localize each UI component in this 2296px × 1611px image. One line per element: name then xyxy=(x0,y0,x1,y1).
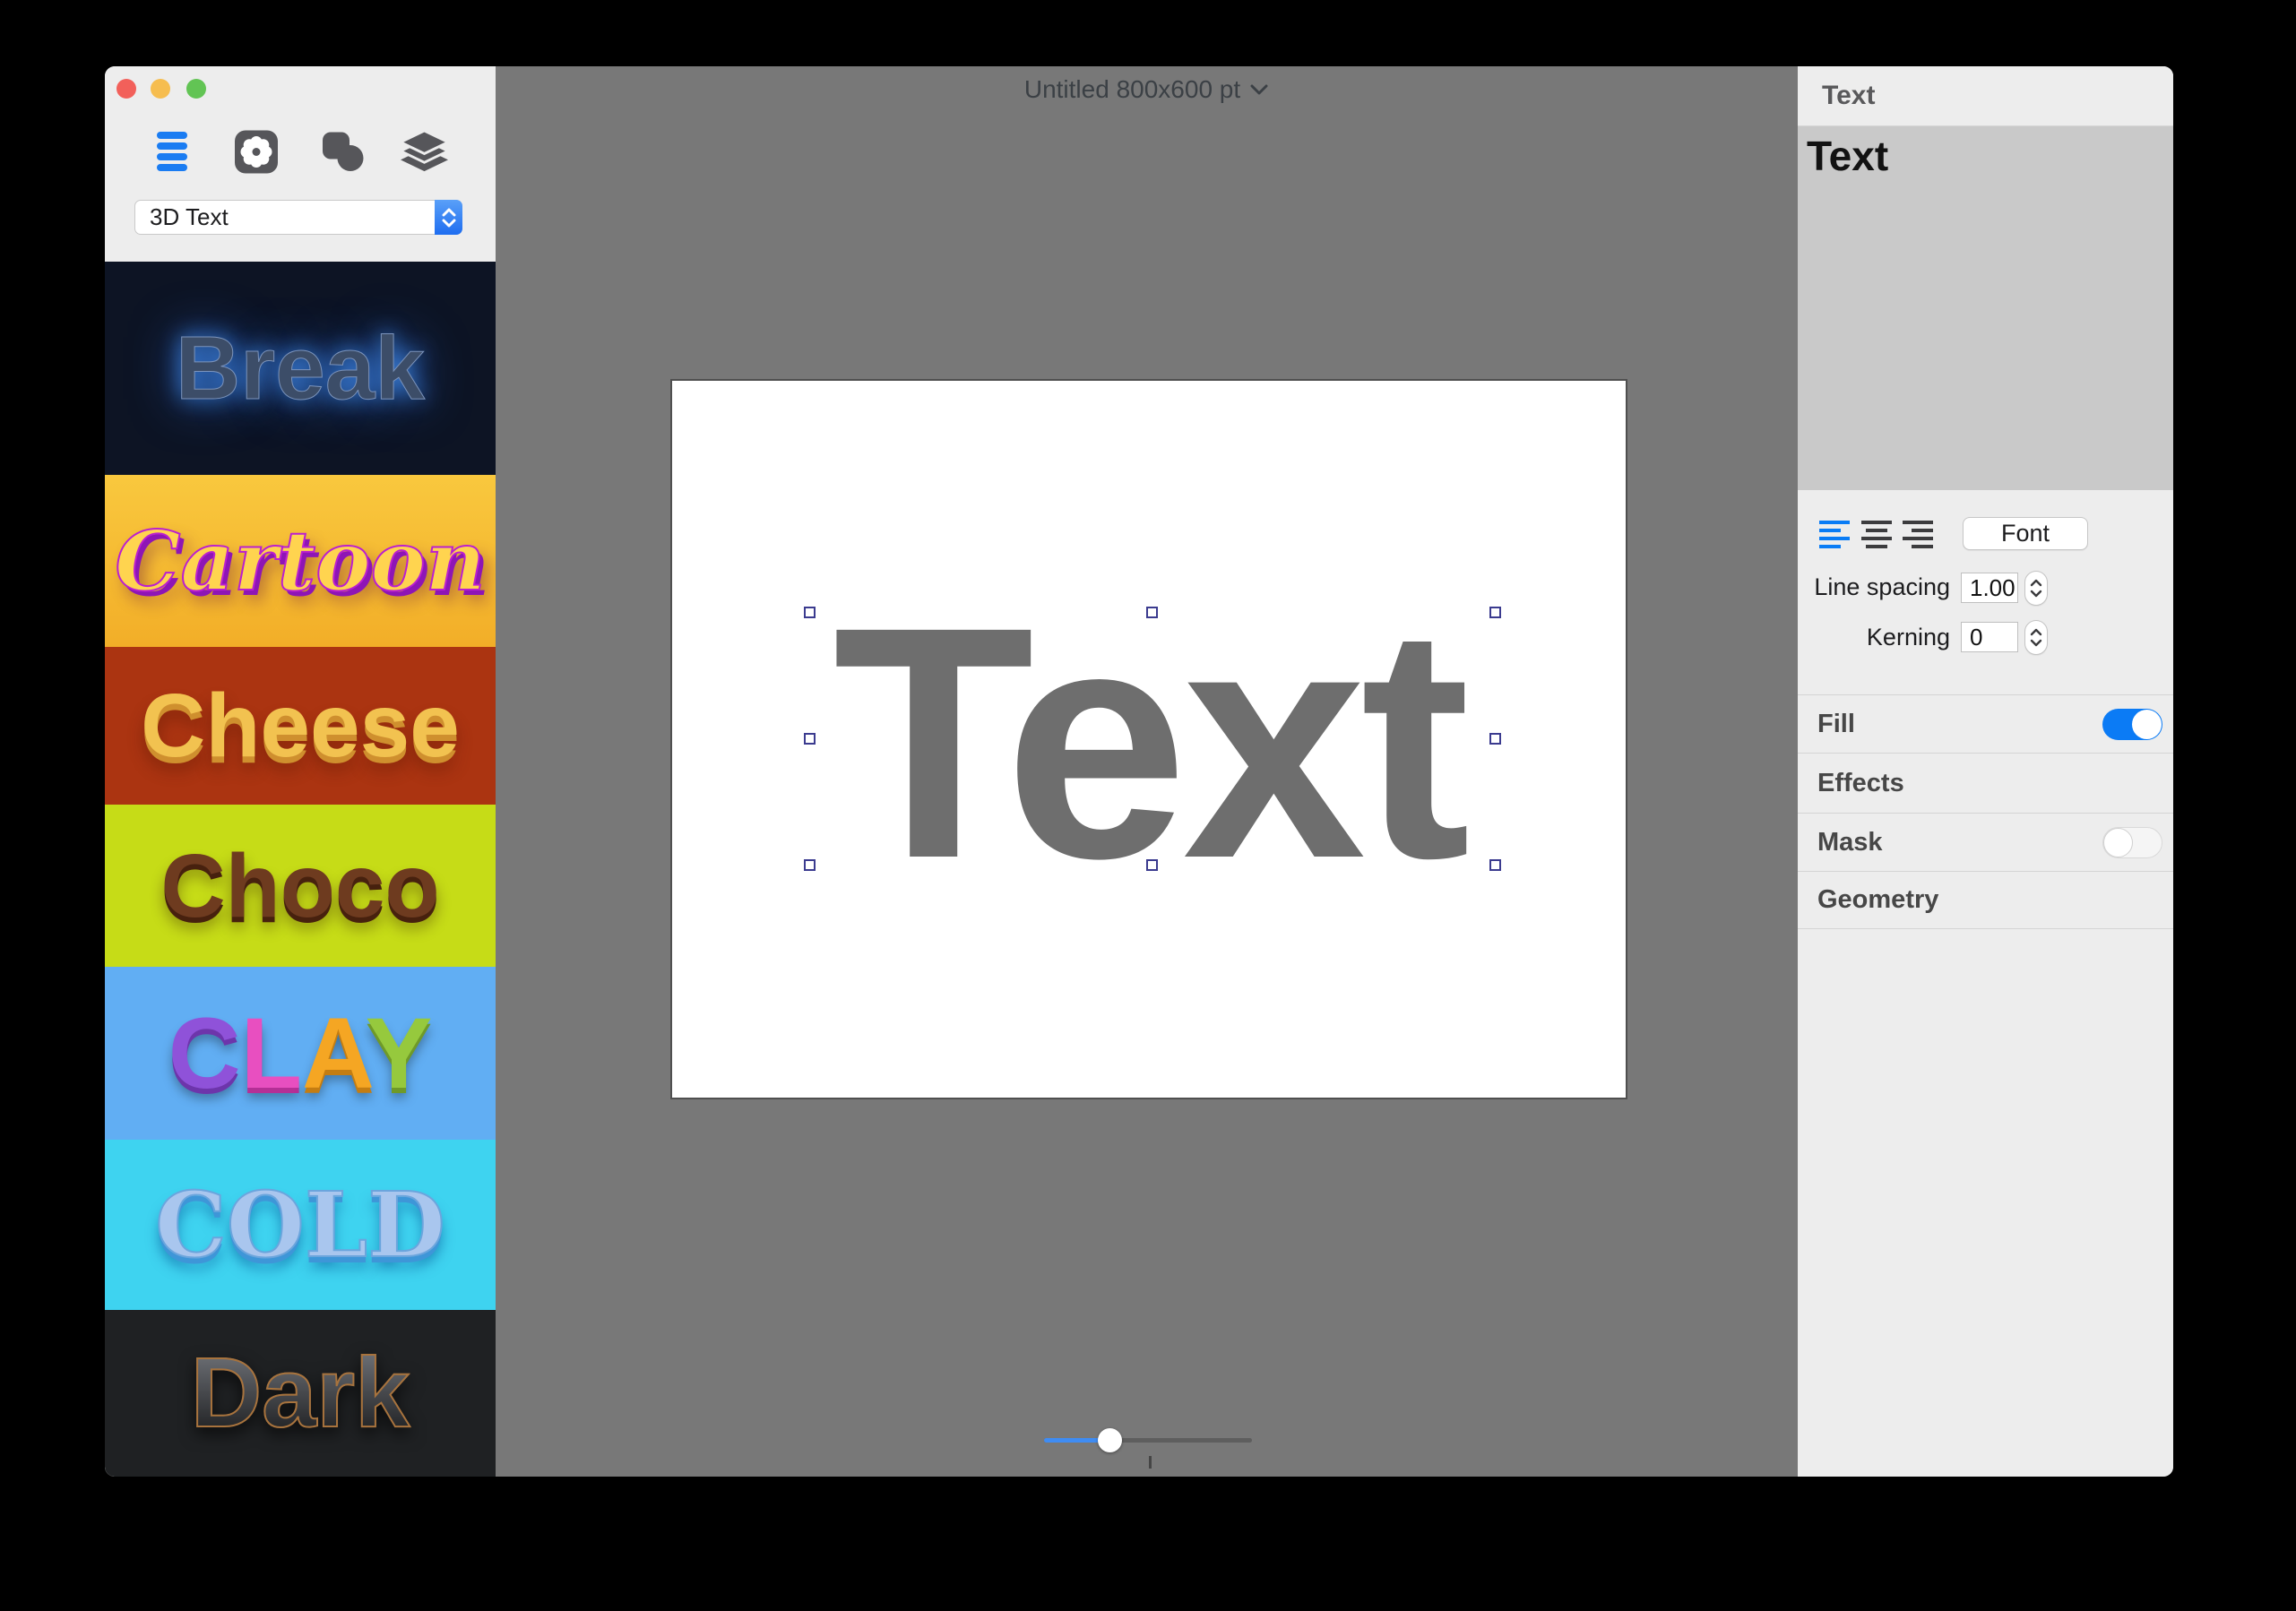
template-thumbnail-cartoon[interactable]: Cartoon xyxy=(105,475,496,647)
app-window: 3D Text Break Cartoon Cheese Choco CLAY … xyxy=(105,66,2173,1477)
inspector-header: Text xyxy=(1798,66,2173,126)
fill-toggle[interactable] xyxy=(2102,709,2162,740)
line-spacing-input[interactable] xyxy=(1961,573,2018,603)
style-category-dropdown[interactable]: 3D Text xyxy=(134,200,462,235)
section-label: Fill xyxy=(1817,709,1855,738)
template-label: Dark xyxy=(190,1338,411,1448)
selection-handle-bottom-left[interactable] xyxy=(804,859,816,871)
kerning-stepper[interactable] xyxy=(2024,620,2048,655)
minimize-window-button[interactable] xyxy=(151,79,170,99)
line-spacing-label: Line spacing xyxy=(1814,573,1950,600)
template-list: Break Cartoon Cheese Choco CLAY COLD Dar… xyxy=(105,262,496,1477)
template-label: CLAY xyxy=(168,996,433,1109)
sidebar: 3D Text Break Cartoon Cheese Choco CLAY … xyxy=(105,66,496,1477)
selection-handle-mid-right[interactable] xyxy=(1489,733,1501,745)
inspector-header-title: Text xyxy=(1822,81,1876,110)
dropdown-stepper-icon xyxy=(435,200,462,235)
selection-handle-top-center[interactable] xyxy=(1146,607,1158,618)
zoom-slider-thumb[interactable] xyxy=(1098,1428,1122,1452)
zoom-slider[interactable] xyxy=(1044,1428,1252,1452)
text-styles-tab-icon[interactable] xyxy=(157,130,187,174)
inspector-panel: Text Text Font Line spacing 1.00 Kerning… xyxy=(1798,66,2173,1477)
section-row-fill[interactable]: Fill xyxy=(1798,694,2173,753)
kerning-label: Kerning xyxy=(1866,624,1950,650)
template-label: Cheese xyxy=(141,676,460,776)
layers-tab-icon[interactable] xyxy=(401,130,448,174)
text-content-editor[interactable]: Text xyxy=(1798,126,2173,490)
section-row-geometry[interactable]: Geometry xyxy=(1798,871,2173,929)
section-label: Effects xyxy=(1817,768,1904,797)
section-label: Geometry xyxy=(1817,885,1939,914)
zoom-window-button[interactable] xyxy=(186,79,206,99)
mask-toggle[interactable] xyxy=(2102,827,2162,858)
template-thumbnail-break[interactable]: Break xyxy=(105,262,496,475)
align-right-icon[interactable] xyxy=(1903,519,1933,549)
template-thumbnail-cheese[interactable]: Cheese xyxy=(105,647,496,805)
line-spacing-stepper[interactable] xyxy=(2024,571,2048,606)
template-label: Break xyxy=(176,318,426,418)
align-left-icon[interactable] xyxy=(1819,519,1850,549)
section-row-mask[interactable]: Mask xyxy=(1798,813,2173,871)
document-title[interactable]: Untitled 800x600 pt xyxy=(496,75,1798,104)
text-content-value: Text xyxy=(1807,133,1889,179)
selection-handle-mid-left[interactable] xyxy=(804,733,816,745)
template-thumbnail-cold[interactable]: COLD xyxy=(105,1140,496,1310)
zoom-slider-tick xyxy=(1149,1456,1152,1469)
effects-gear-tab-icon[interactable] xyxy=(235,130,278,174)
template-label: COLD xyxy=(154,1172,446,1278)
template-thumbnail-choco[interactable]: Choco xyxy=(105,805,496,967)
template-label: Cartoon xyxy=(114,513,486,609)
kerning-input[interactable] xyxy=(1961,622,2018,652)
shapes-tab-icon[interactable] xyxy=(321,130,364,174)
font-button[interactable]: Font xyxy=(1963,517,2088,550)
section-row-effects[interactable]: Effects xyxy=(1798,753,2173,813)
document-title-text: Untitled 800x600 pt xyxy=(1023,75,1241,103)
template-thumbnail-clay[interactable]: CLAY xyxy=(105,967,496,1140)
selection-handle-top-left[interactable] xyxy=(804,607,816,618)
style-category-value: 3D Text xyxy=(150,203,229,230)
inspector-sections: Fill Effects Mask Geometry xyxy=(1798,694,2173,929)
template-thumbnail-dark[interactable]: Dark xyxy=(105,1310,496,1477)
close-window-button[interactable] xyxy=(117,79,136,99)
selection-handle-bottom-center[interactable] xyxy=(1146,859,1158,871)
selection-handle-bottom-right[interactable] xyxy=(1489,859,1501,871)
template-label: Choco xyxy=(160,835,440,936)
screen: 3D Text Break Cartoon Cheese Choco CLAY … xyxy=(0,0,2296,1611)
canvas-area: Untitled 800x600 pt Text xyxy=(496,66,1798,1477)
selection-handle-top-right[interactable] xyxy=(1489,607,1501,618)
chevron-down-icon xyxy=(1250,84,1268,95)
align-center-icon[interactable] xyxy=(1861,519,1892,549)
section-label: Mask xyxy=(1817,827,1883,857)
